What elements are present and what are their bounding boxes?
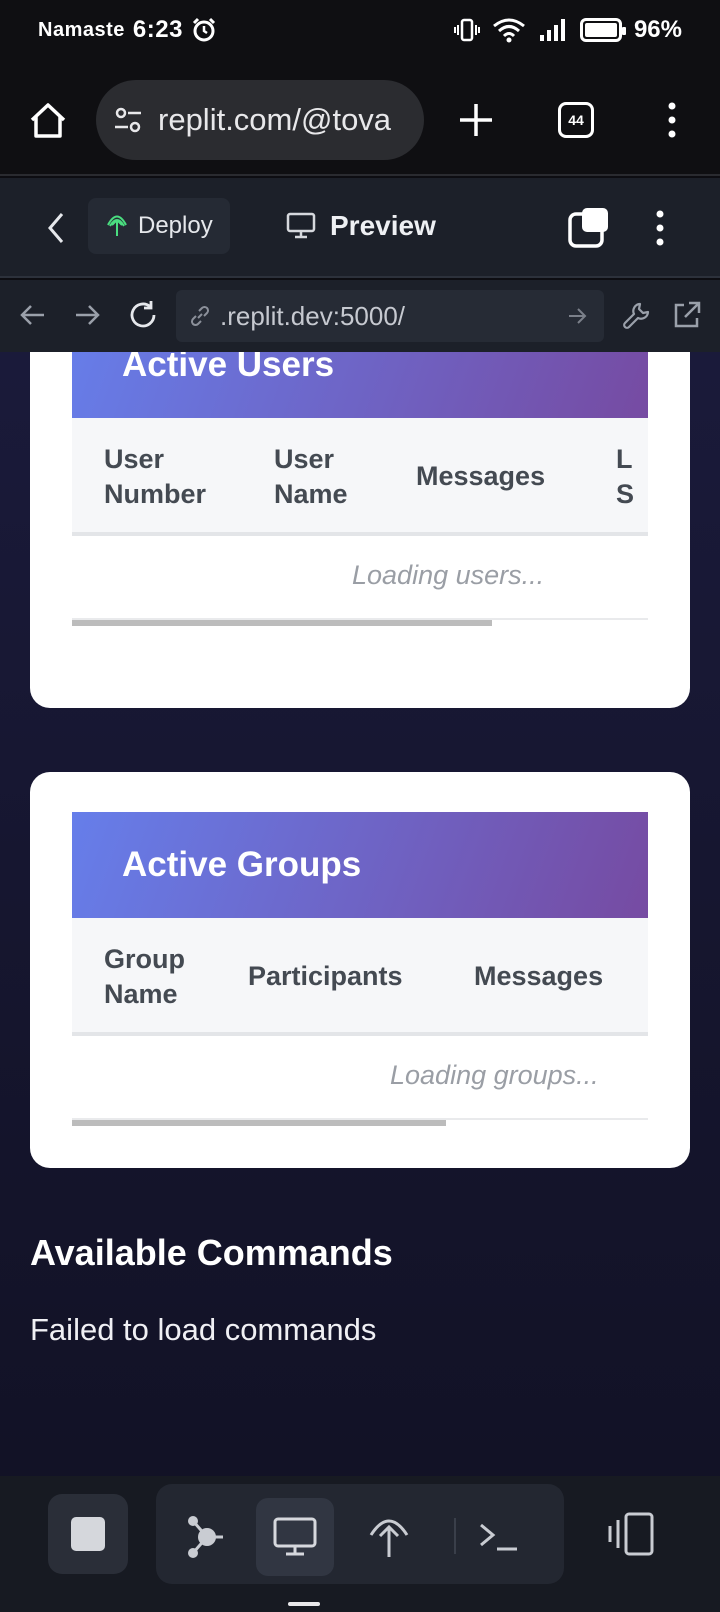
terminal-icon: [480, 1523, 517, 1551]
nav-back-icon[interactable]: [16, 298, 50, 332]
stop-button[interactable]: [48, 1494, 128, 1574]
deploy-dock-icon: [369, 1519, 409, 1557]
browser-menu-icon[interactable]: [660, 100, 684, 140]
col-user-name: User Name: [274, 444, 348, 509]
bottom-dock: [0, 1476, 720, 1612]
shell-tool-button[interactable]: [460, 1498, 538, 1576]
deploy-icon: [107, 215, 127, 236]
groups-loading-row: Loading groups...: [72, 1036, 648, 1120]
preview-content: Active Users User Number User Name Messa…: [0, 352, 720, 1476]
agent-icon: [188, 1516, 223, 1558]
col-participants: Participants: [248, 961, 403, 991]
groups-table-scrollbar[interactable]: [72, 1120, 648, 1128]
browser-toolbar: replit.com/@tova 44: [0, 60, 720, 176]
signal-icon: [539, 19, 565, 41]
col-user-number: User Number: [104, 444, 207, 509]
active-users-header: Active Users: [72, 352, 648, 418]
battery-icon: [579, 18, 626, 42]
deployments-tool-button[interactable]: [350, 1498, 428, 1576]
preview-tab[interactable]: Preview: [286, 198, 436, 254]
users-scroll-thumb[interactable]: [72, 620, 493, 626]
webview-address-text: .replit.dev:5000/: [220, 300, 406, 331]
windows-icon[interactable]: [568, 206, 612, 250]
webview-address-bar[interactable]: .replit.dev:5000/: [176, 290, 604, 342]
reload-icon[interactable]: [126, 298, 160, 332]
users-table-header: User Number User Name Messages L S: [72, 418, 648, 536]
groups-loading-text: Loading groups...: [390, 1060, 599, 1090]
status-time: 6:23: [132, 16, 183, 43]
users-table-scrollbar[interactable]: [72, 620, 648, 628]
active-groups-title: Active Groups: [122, 845, 362, 884]
dock-tool-group: [156, 1484, 564, 1584]
dock-separator: [454, 1518, 456, 1554]
agent-tool-button[interactable]: [166, 1498, 244, 1576]
browser-url-text: replit.com/@tova: [158, 102, 392, 137]
preview-tool-button[interactable]: [256, 1498, 334, 1576]
new-tab-icon[interactable]: [452, 96, 500, 144]
preview-label: Preview: [330, 210, 436, 241]
users-loading-row: Loading users...: [72, 536, 648, 620]
col-messages: Messages: [416, 461, 546, 491]
battery-percent: 96%: [633, 16, 682, 43]
replit-toolbar: Deploy Preview: [0, 178, 720, 278]
tab-count: 44: [568, 112, 584, 128]
go-arrow-icon[interactable]: [566, 304, 588, 328]
commands-heading: Available Commands: [30, 1232, 393, 1273]
back-chevron-icon[interactable]: [42, 210, 72, 246]
monitor-dock-icon: [273, 1517, 317, 1556]
stop-icon: [71, 1517, 105, 1551]
deploy-label: Deploy: [138, 212, 213, 239]
nav-forward-icon[interactable]: [70, 298, 104, 332]
col-last-seen: L S: [616, 444, 635, 509]
tab-count-button[interactable]: 44: [558, 102, 594, 138]
active-groups-header: Active Groups: [72, 812, 648, 918]
active-users-card: Active Users User Number User Name Messa…: [30, 352, 690, 708]
vibrate-icon: [453, 18, 480, 42]
users-loading-text: Loading users...: [352, 560, 545, 590]
webview-nav-bar: .replit.dev:5000/: [0, 280, 720, 352]
site-settings-icon[interactable]: [112, 104, 144, 136]
col-group-messages: Messages: [474, 961, 604, 991]
browser-url-bar[interactable]: replit.com/@tova: [96, 80, 424, 160]
col-group-name: Group Name: [104, 944, 185, 1009]
active-groups-card: Active Groups Group Name Participants Me…: [30, 772, 690, 1168]
wifi-icon: [493, 18, 525, 43]
alarm-icon: [192, 17, 215, 42]
home-icon[interactable]: [26, 98, 70, 142]
commands-error-message: Failed to load commands: [30, 1312, 377, 1347]
active-users-title: Active Users: [122, 352, 335, 384]
status-bar: Namaste 6:23 96%: [0, 0, 720, 60]
panels-icon[interactable]: [604, 1506, 660, 1562]
groups-scroll-thumb[interactable]: [72, 1120, 447, 1126]
replit-menu-icon[interactable]: [652, 208, 668, 248]
carrier-name: Namaste: [38, 18, 125, 41]
deploy-button[interactable]: Deploy: [88, 198, 230, 254]
link-icon: [190, 305, 210, 327]
open-external-icon[interactable]: [670, 298, 704, 332]
groups-table-header: Group Name Participants Messages: [72, 918, 648, 1036]
gesture-home-indicator[interactable]: [288, 1602, 320, 1606]
devtools-wrench-icon[interactable]: [620, 298, 654, 332]
monitor-icon: [286, 212, 316, 239]
